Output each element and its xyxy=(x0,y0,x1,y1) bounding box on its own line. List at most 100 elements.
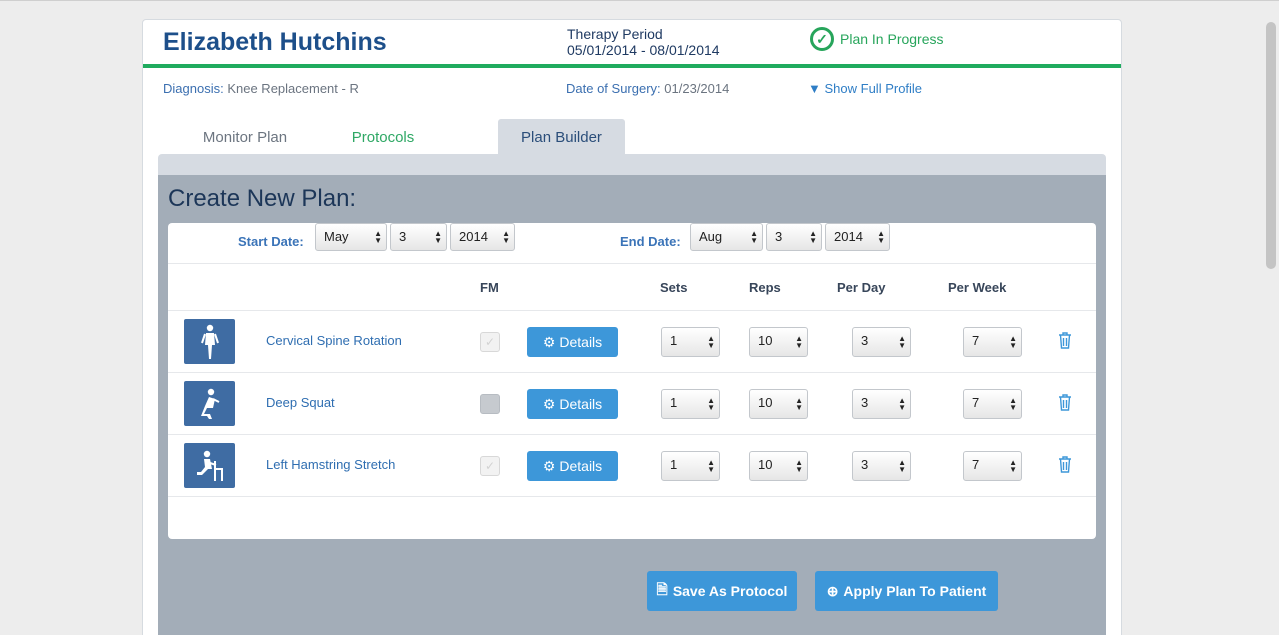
reps-value: 10 xyxy=(758,457,773,472)
start-year-select[interactable]: 2014 ▲ ▼ xyxy=(450,223,515,251)
column-header-row: FM Sets Reps Per Day Per Week xyxy=(168,264,1096,311)
select-arrows-icon: ▲ ▼ xyxy=(809,229,817,245)
select-arrows-icon: ▲ ▼ xyxy=(1009,396,1017,412)
surgery-date: Date of Surgery: 01/23/2014 xyxy=(566,81,729,96)
details-label: Details xyxy=(559,396,603,412)
sets-select[interactable]: 1 ▲ ▼ xyxy=(661,327,720,357)
reps-value: 10 xyxy=(758,395,773,410)
exercise-row: Left Hamstring Stretch ✓ ⚙ Details 1 ▲ ▼ 10… xyxy=(168,435,1096,497)
scrollbar[interactable] xyxy=(1266,22,1276,269)
column-fm: FM xyxy=(480,280,499,295)
sets-select[interactable]: 1 ▲ ▼ xyxy=(661,389,720,419)
gears-icon: ⚙ xyxy=(542,457,556,474)
column-per-day: Per Day xyxy=(837,280,886,295)
start-year-value: 2014 xyxy=(459,229,488,244)
details-label: Details xyxy=(559,458,603,474)
per-day-value: 3 xyxy=(861,457,869,472)
per-day-value: 3 xyxy=(861,395,869,410)
show-full-profile-link[interactable]: ▼ Show Full Profile xyxy=(808,81,922,96)
per-week-value: 7 xyxy=(972,333,980,348)
select-arrows-icon: ▲ ▼ xyxy=(898,458,906,474)
patient-name: Elizabeth Hutchins xyxy=(163,28,387,56)
builder-top-bar xyxy=(158,154,1106,176)
end-year-select[interactable]: 2014 ▲ ▼ xyxy=(825,223,890,251)
select-arrows-icon: ▲ ▼ xyxy=(898,396,906,412)
select-arrows-icon: ▲ ▼ xyxy=(707,396,715,412)
document-icon: 🗎 xyxy=(656,581,668,597)
per-week-select[interactable]: 7 ▲ ▼ xyxy=(963,451,1022,481)
end-day-value: 3 xyxy=(775,229,783,244)
therapy-period-label: Therapy Period xyxy=(567,26,663,42)
tab-plan-builder[interactable]: Plan Builder xyxy=(498,119,625,155)
trash-icon[interactable] xyxy=(1058,455,1072,473)
therapy-period: Therapy Period 05/01/2014 - 08/01/2014 xyxy=(567,26,720,58)
select-arrows-icon: ▲ ▼ xyxy=(434,229,442,245)
fm-checkbox[interactable]: ✓ xyxy=(480,456,500,476)
create-plan-title: Create New Plan: xyxy=(168,185,357,212)
end-day-select[interactable]: 3 ▲ ▼ xyxy=(766,223,822,251)
date-row: Start Date: May ▲ ▼ 3 ▲ ▼ 2014 ▲ ▼ End Date: A… xyxy=(168,223,1096,264)
check-circle-icon: ✓ xyxy=(810,27,834,51)
select-arrows-icon: ▲ ▼ xyxy=(374,229,382,245)
save-as-protocol-label: Save As Protocol xyxy=(672,583,788,599)
sets-value: 1 xyxy=(670,457,678,472)
details-label: Details xyxy=(559,334,603,350)
select-arrows-icon: ▲ ▼ xyxy=(707,458,715,474)
details-button[interactable]: ⚙ Details xyxy=(527,327,618,357)
select-arrows-icon: ▲ ▼ xyxy=(898,334,906,350)
end-month-value: Aug xyxy=(699,229,723,244)
fm-checkbox[interactable] xyxy=(480,394,500,414)
per-week-select[interactable]: 7 ▲ ▼ xyxy=(963,389,1022,419)
per-day-select[interactable]: 3 ▲ ▼ xyxy=(852,389,911,419)
per-day-value: 3 xyxy=(861,333,869,348)
plus-circle-icon: ⊕ xyxy=(826,582,839,599)
tab-protocols[interactable]: Protocols xyxy=(333,119,433,155)
select-arrows-icon: ▲ ▼ xyxy=(795,334,803,350)
exercise-name[interactable]: Cervical Spine Rotation xyxy=(266,333,402,348)
per-week-value: 7 xyxy=(972,395,980,410)
plan-table: Start Date: May ▲ ▼ 3 ▲ ▼ 2014 ▲ ▼ End Date: A… xyxy=(168,223,1096,539)
column-per-week: Per Week xyxy=(948,280,1007,295)
caret-down-icon: ▼ xyxy=(808,81,821,96)
therapy-period-dates: 05/01/2014 - 08/01/2014 xyxy=(567,42,720,58)
fm-checkbox[interactable]: ✓ xyxy=(480,332,500,352)
start-month-value: May xyxy=(324,229,349,244)
trash-icon[interactable] xyxy=(1058,393,1072,411)
select-arrows-icon: ▲ ▼ xyxy=(795,458,803,474)
standing-figure-icon xyxy=(184,319,235,364)
patient-header: Elizabeth Hutchins Therapy Period 05/01/… xyxy=(143,20,1121,68)
tab-monitor-plan[interactable]: Monitor Plan xyxy=(183,119,307,155)
sets-select[interactable]: 1 ▲ ▼ xyxy=(661,451,720,481)
end-month-select[interactable]: Aug ▲ ▼ xyxy=(690,223,763,251)
gears-icon: ⚙ xyxy=(542,333,556,350)
reps-select[interactable]: 10 ▲ ▼ xyxy=(749,451,808,481)
details-button[interactable]: ⚙ Details xyxy=(527,451,618,481)
diagnosis-value: Knee Replacement - R xyxy=(227,81,359,96)
start-month-select[interactable]: May ▲ ▼ xyxy=(315,223,387,251)
sets-value: 1 xyxy=(670,333,678,348)
seated-stretch-figure-icon xyxy=(184,443,235,488)
reps-select[interactable]: 10 ▲ ▼ xyxy=(749,327,808,357)
save-as-protocol-button[interactable]: 🗎 Save As Protocol xyxy=(647,571,797,611)
column-sets: Sets xyxy=(660,280,688,295)
select-arrows-icon: ▲ ▼ xyxy=(795,396,803,412)
apply-plan-button[interactable]: ⊕ Apply Plan To Patient xyxy=(815,571,998,611)
select-arrows-icon: ▲ ▼ xyxy=(877,229,885,245)
trash-icon[interactable] xyxy=(1058,331,1072,349)
start-day-value: 3 xyxy=(399,229,407,244)
top-border xyxy=(0,0,1279,1)
select-arrows-icon: ▲ ▼ xyxy=(1009,458,1017,474)
patient-card: Elizabeth Hutchins Therapy Period 05/01/… xyxy=(142,19,1122,635)
per-day-select[interactable]: 3 ▲ ▼ xyxy=(852,451,911,481)
start-date-label: Start Date: xyxy=(238,234,304,249)
per-week-select[interactable]: 7 ▲ ▼ xyxy=(963,327,1022,357)
exercise-name[interactable]: Left Hamstring Stretch xyxy=(266,457,395,472)
reps-select[interactable]: 10 ▲ ▼ xyxy=(749,389,808,419)
exercise-row: Deep Squat ⚙ Details 1 ▲ ▼ 10 ▲ ▼ 3 ▲ ▼ 7 ▲ ▼ xyxy=(168,373,1096,435)
per-day-select[interactable]: 3 ▲ ▼ xyxy=(852,327,911,357)
start-day-select[interactable]: 3 ▲ ▼ xyxy=(390,223,447,251)
exercise-name[interactable]: Deep Squat xyxy=(266,395,335,410)
gears-icon: ⚙ xyxy=(542,395,556,412)
select-arrows-icon: ▲ ▼ xyxy=(750,229,758,245)
details-button[interactable]: ⚙ Details xyxy=(527,389,618,419)
